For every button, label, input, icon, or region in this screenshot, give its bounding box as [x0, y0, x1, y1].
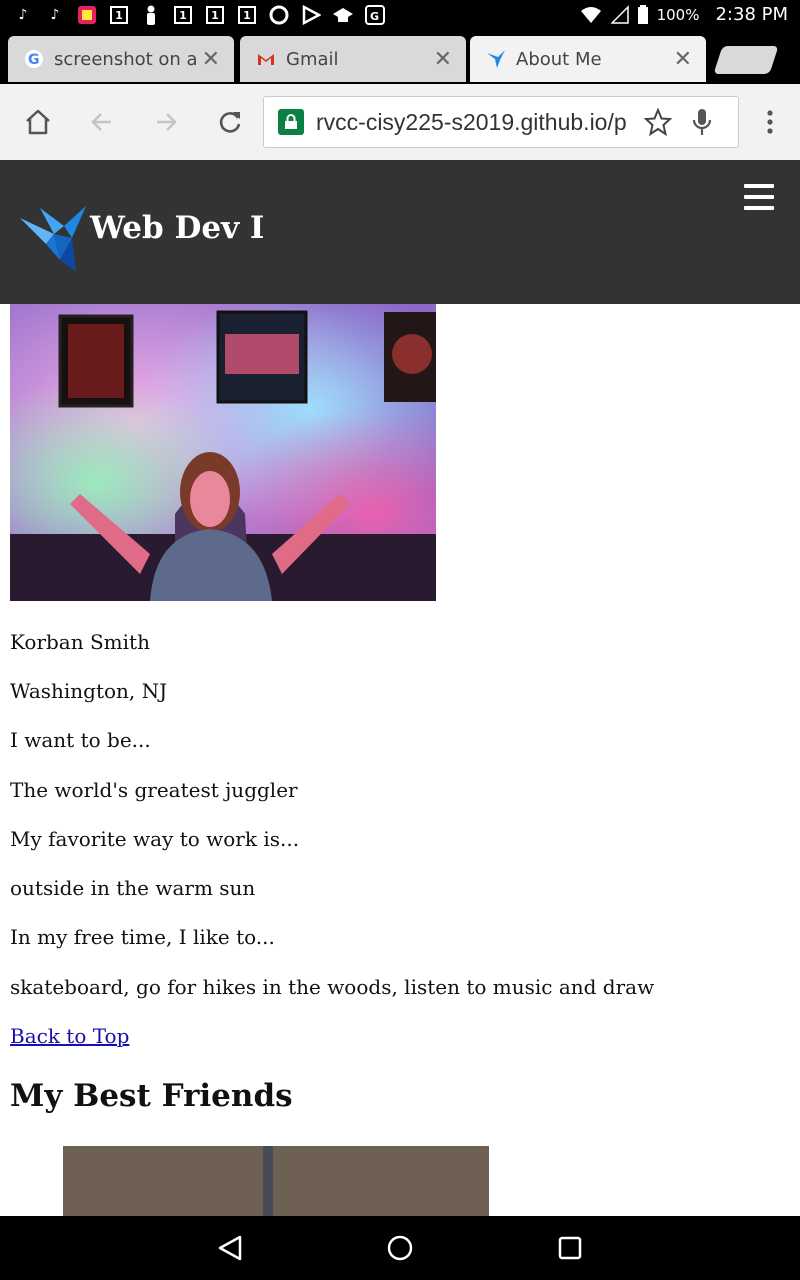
tab-screenshot[interactable]: G screenshot on at& ✕ [8, 36, 234, 82]
svg-text:G: G [370, 10, 379, 23]
close-icon[interactable]: ✕ [674, 47, 692, 72]
home-icon [26, 109, 50, 135]
profile-name: Korban Smith [10, 630, 150, 654]
reload-icon [219, 112, 241, 133]
nav-home-button[interactable] [384, 1232, 416, 1264]
tab-gmail[interactable]: Gmail ✕ [240, 36, 466, 82]
nav-recents-button[interactable] [554, 1232, 586, 1264]
reload-button[interactable] [212, 104, 248, 140]
close-icon[interactable]: ✕ [434, 47, 452, 72]
play-store-icon [300, 4, 322, 26]
address-bar[interactable]: rvcc-cisy225-s2019.github.io/p [263, 96, 739, 148]
wifi-icon [580, 6, 601, 23]
free-time-prompt: In my free time, I like to... [10, 925, 275, 949]
tiktok-icon: ♪ [18, 7, 28, 23]
square-recents-icon [558, 1236, 582, 1260]
tab-title: About Me [516, 48, 602, 70]
tab-strip: G screenshot on at& ✕ Gmail ✕ About Me ✕ [0, 32, 800, 84]
back-button[interactable] [84, 104, 120, 140]
system-nav-bar [0, 1216, 800, 1280]
profile-location: Washington, NJ [10, 679, 168, 703]
hummingbird-logo[interactable] [20, 204, 88, 274]
microphone-icon[interactable] [690, 107, 714, 137]
want-prompt: I want to be... [10, 728, 151, 752]
url-text[interactable]: rvcc-cisy225-s2019.github.io/p [316, 109, 634, 136]
site-header: Web Dev I [0, 160, 800, 304]
menu-button[interactable] [752, 104, 788, 140]
lock-icon [278, 109, 304, 135]
cap-icon [332, 4, 354, 26]
calendar-icon: 1 [236, 4, 258, 26]
tab-title: screenshot on at& [54, 48, 196, 70]
person-icon [140, 4, 162, 26]
star-icon[interactable] [644, 108, 672, 136]
want-answer: The world's greatest juggler [10, 778, 298, 802]
calendar-icon: 1 [204, 4, 226, 26]
free-time-answer: skateboard, go for hikes in the woods, l… [10, 975, 655, 999]
triangle-back-icon [218, 1235, 242, 1261]
work-answer: outside in the warm sun [10, 876, 256, 900]
arrow-left-icon [91, 113, 111, 131]
battery-icon [637, 4, 648, 24]
browser-toolbar: rvcc-cisy225-s2019.github.io/p [0, 84, 800, 161]
maps-icon: G [364, 4, 386, 26]
home-button[interactable] [20, 104, 56, 140]
sync-icon [268, 4, 290, 26]
work-prompt: My favorite way to work is... [10, 827, 300, 851]
best-friends-heading: My Best Friends [10, 1078, 293, 1114]
notification-icons: ♪ ♪ 1 1 1 1 G [12, 4, 386, 26]
calendar-icon: 1 [172, 4, 194, 26]
tab-title: Gmail [286, 48, 339, 70]
system-status: 100% 2:38 PM [579, 4, 788, 25]
gmail-icon [258, 54, 274, 65]
close-icon[interactable]: ✕ [202, 47, 220, 72]
new-tab-button[interactable] [713, 46, 779, 74]
hummingbird-icon [487, 50, 505, 68]
more-vert-icon [767, 110, 773, 134]
calendar-icon: 1 [108, 4, 130, 26]
google-icon: G [25, 50, 43, 68]
site-title[interactable]: Web Dev I [90, 210, 264, 246]
nav-back-button[interactable] [214, 1232, 246, 1264]
tiktok-icon: ♪ [50, 7, 60, 23]
arrow-right-icon [157, 113, 177, 131]
status-bar: ♪ ♪ 1 1 1 1 G 100% 2:38 PM [0, 0, 800, 32]
back-to-top-link[interactable]: Back to Top [10, 1024, 129, 1048]
signal-icon [610, 4, 629, 24]
battery-percent: 100% [656, 5, 700, 24]
forward-button[interactable] [148, 104, 184, 140]
clock: 2:38 PM [715, 4, 788, 25]
svg-text:G: G [28, 52, 40, 68]
photo-app-icon [76, 4, 98, 26]
tab-about-me[interactable]: About Me ✕ [470, 36, 706, 82]
circle-home-icon [387, 1235, 413, 1261]
friend-photo [63, 1146, 489, 1218]
hamburger-menu-icon[interactable] [744, 184, 774, 210]
profile-photo [10, 304, 436, 601]
